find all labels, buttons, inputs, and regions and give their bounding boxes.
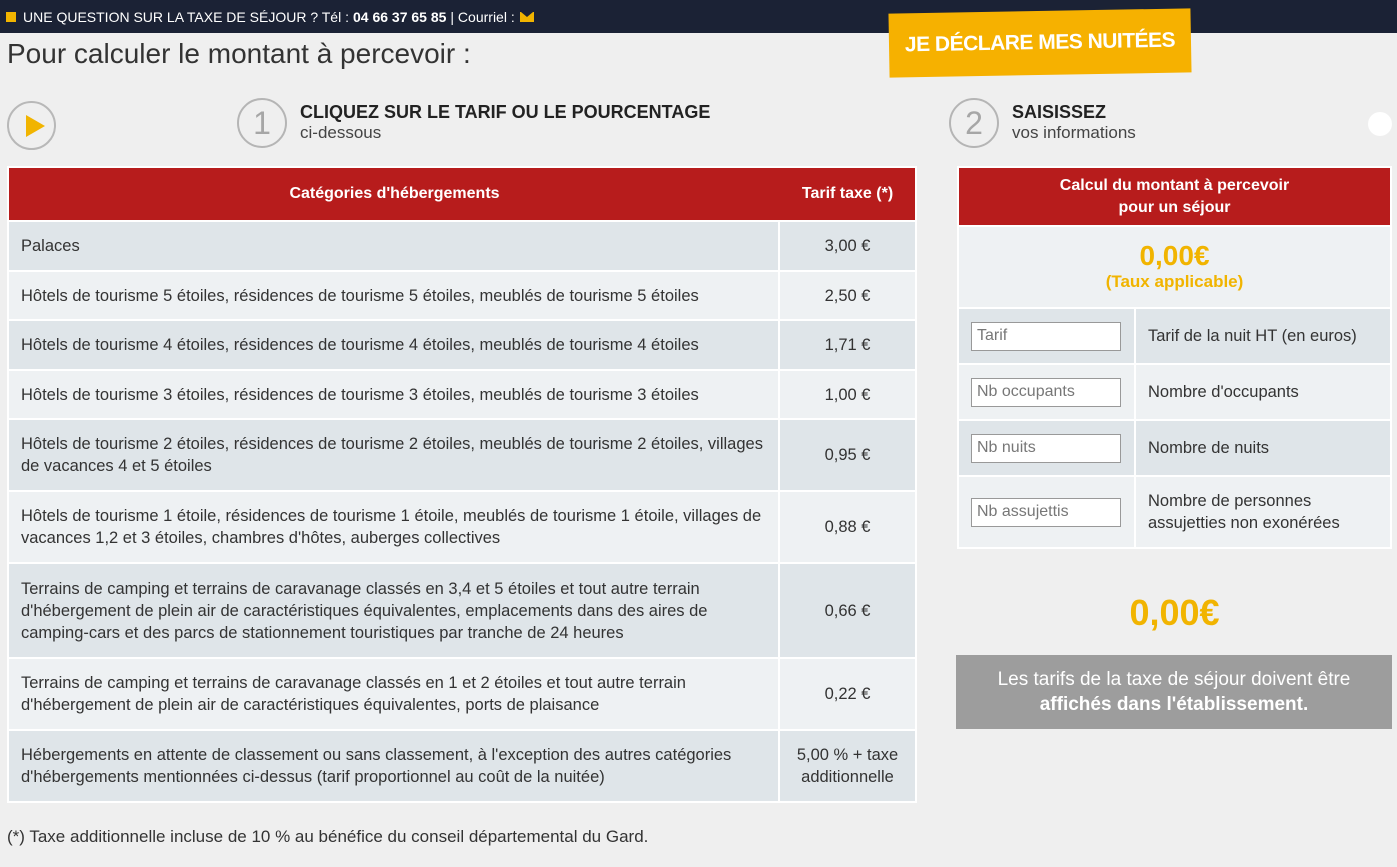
rate-value[interactable]: 1,00 € [780,371,915,418]
rate-row-2-stars[interactable]: Hôtels de tourisme 2 étoiles, résidences… [9,418,915,490]
applicable-rate-label: (Taux applicable) [1105,272,1244,291]
mail-label: | Courriel : [450,8,515,25]
rate-category: Hébergements en attente de classement ou… [9,731,780,801]
rate-row-3-stars[interactable]: Hôtels de tourisme 3 étoiles, résidences… [9,369,915,418]
rate-category: Hôtels de tourisme 1 étoile, résidences … [9,492,780,562]
liable-persons-field-row: Nombre de personnes assujetties non exon… [959,475,1390,547]
declare-nights-button[interactable]: JE DÉCLARE MES NUITÉES [888,8,1192,78]
step-1-subtitle: ci-dessous [300,123,382,142]
step-2-subtitle: vos informations [1012,123,1136,142]
category-column-header: Catégories d'hébergements [289,185,500,202]
step-2-number: 2 [949,98,999,148]
rate-row-unclassified[interactable]: Hébergements en attente de classement ou… [9,729,915,801]
footnote: (*) Taxe additionnelle incluse de 10 % a… [7,827,649,846]
step-1-title: CLIQUEZ SUR LE TARIF OU LE POURCENTAGE [300,102,711,122]
page-title: Pour calculer le montant à percevoir : [7,38,471,69]
tax-question-text: UNE QUESTION SUR LA TAXE DE SÉJOUR ? Tél… [23,8,349,25]
rate-row-4-stars[interactable]: Hôtels de tourisme 4 étoiles, résidences… [9,319,915,369]
price-field-label: Tarif de la nuit HT (en euros) [1148,327,1357,345]
applicable-rate-box: 0,00€ (Taux applicable) [959,225,1390,307]
nights-field-label: Nombre de nuits [1148,439,1270,457]
occupants-field-row: Nombre d'occupants [959,363,1390,419]
rate-value[interactable]: 1,71 € [780,321,915,369]
step-2-title: SAISISSEZ [1012,102,1107,122]
rate-value[interactable]: 0,95 € [780,420,915,490]
rate-value[interactable]: 0,22 € [780,659,915,729]
calculator-header: Calcul du montant à percevoir pour un sé… [959,168,1390,225]
phone-number[interactable]: 04 66 37 65 85 [353,9,446,25]
liable-persons-field-label: Nombre de personnes assujetties non exon… [1148,492,1340,532]
calculator-title-line1: Calcul du montant à percevoir [1059,176,1290,194]
nights-input[interactable] [971,433,1121,463]
rate-category: Hôtels de tourisme 4 étoiles, résidences… [9,321,780,369]
scroll-dot[interactable] [1368,112,1392,136]
rate-category: Hôtels de tourisme 5 étoiles, résidences… [9,272,780,319]
occupants-input[interactable] [971,377,1121,407]
rate-category: Terrains de camping et terrains de carav… [9,564,780,657]
nights-field-row: Nombre de nuits [959,419,1390,475]
price-field-row: Tarif de la nuit HT (en euros) [959,307,1390,363]
rate-value[interactable]: 2,50 € [780,272,915,319]
applicable-rate-amount: 0,00€ [1139,240,1210,271]
rate-row-5-stars[interactable]: Hôtels de tourisme 5 étoiles, résidences… [9,270,915,319]
rate-row-camping-1-2-stars[interactable]: Terrains de camping et terrains de carav… [9,657,915,729]
rates-table: Catégories d'hébergements Tarif taxe (*)… [7,166,917,803]
envelope-icon[interactable] [519,11,534,22]
rate-category: Palaces [9,222,780,270]
rate-value[interactable]: 0,88 € [780,492,915,562]
display-notice: Les tarifs de la taxe de séjour doivent … [956,655,1392,729]
play-icon[interactable] [7,101,56,150]
rate-row-1-star[interactable]: Hôtels de tourisme 1 étoile, résidences … [9,490,915,562]
calculator-title-line2: pour un séjour [1118,198,1231,216]
rate-category: Hôtels de tourisme 3 étoiles, résidences… [9,371,780,418]
occupants-field-label: Nombre d'occupants [1148,383,1299,401]
price-input[interactable] [971,321,1121,351]
step-1-number: 1 [237,98,287,148]
rate-value[interactable]: 0,66 € [780,564,915,657]
rate-category: Hôtels de tourisme 2 étoiles, résidences… [9,420,780,490]
rate-row-camping-3-5-stars[interactable]: Terrains de camping et terrains de carav… [9,562,915,657]
liable-persons-input[interactable] [971,497,1121,527]
notice-line1: Les tarifs de la taxe de séjour doivent … [997,669,1351,690]
rate-column-header: Tarif taxe (*) [801,185,894,202]
rate-row-palaces[interactable]: Palaces 3,00 € [9,220,915,270]
notice-line2: affichés dans l'établissement. [1039,694,1309,715]
stay-calculator: Calcul du montant à percevoir pour un sé… [957,166,1392,549]
rate-value[interactable]: 5,00 % + taxe additionnelle [780,731,915,801]
rate-category: Terrains de camping et terrains de carav… [9,659,780,729]
square-bullet-icon [6,11,16,22]
rate-value[interactable]: 3,00 € [780,222,915,270]
total-amount: 0,00€ [1129,592,1220,633]
rates-table-header: Catégories d'hébergements Tarif taxe (*) [9,168,915,220]
